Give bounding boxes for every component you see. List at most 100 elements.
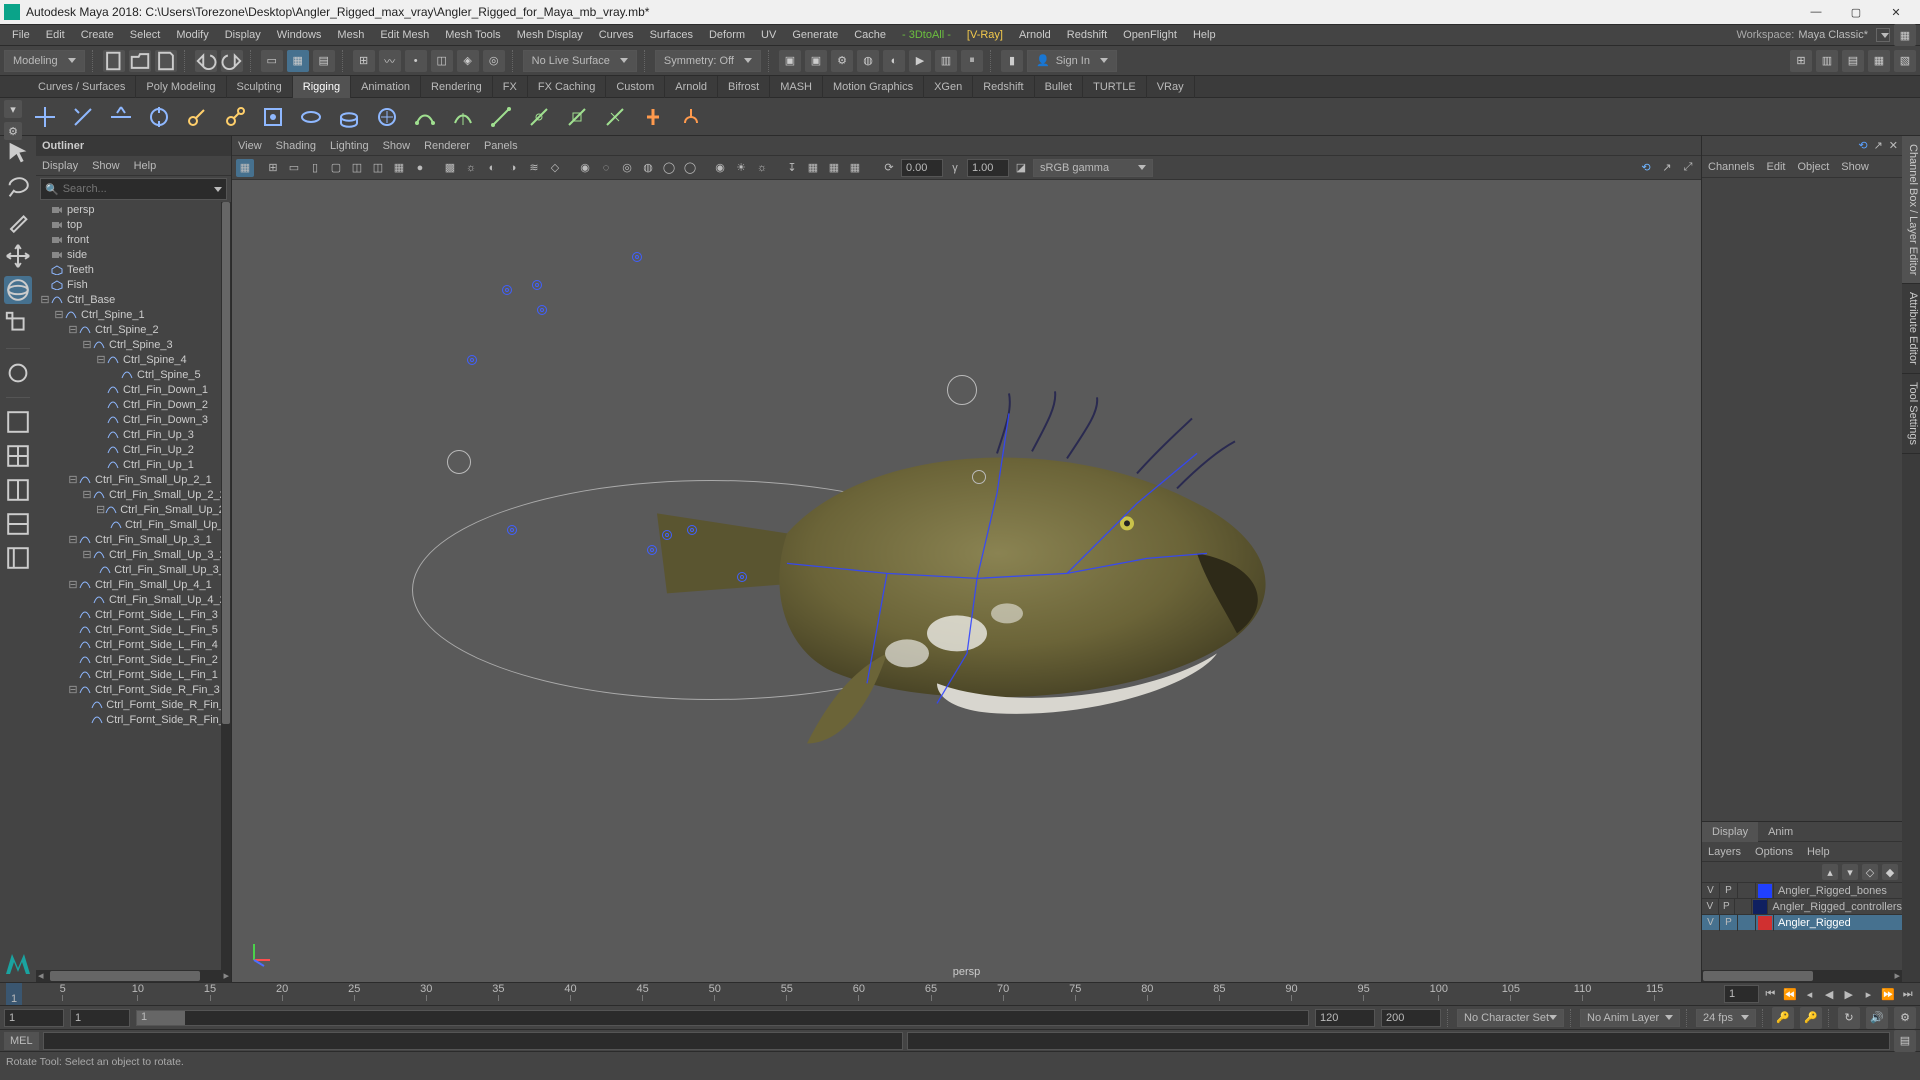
menu-set-dropdown[interactable]: Modeling bbox=[4, 50, 85, 72]
layer-row-angler_rigged[interactable]: VPAngler_Rigged bbox=[1702, 914, 1902, 930]
four-pane-icon[interactable] bbox=[4, 442, 32, 470]
snap-view-icon[interactable]: ◎ bbox=[483, 50, 505, 72]
live-surface-dropdown[interactable]: No Live Surface bbox=[523, 50, 637, 72]
layer-color-swatch[interactable] bbox=[1756, 915, 1774, 931]
vp-expo2-icon[interactable]: ☼ bbox=[753, 159, 771, 177]
outliner-item-ctrl_spine_3[interactable]: ⊟Ctrl_Spine_3 bbox=[36, 337, 231, 352]
cb-menu-show[interactable]: Show bbox=[1841, 161, 1869, 173]
outliner-item-ctrl_spine_2[interactable]: ⊟Ctrl_Spine_2 bbox=[36, 322, 231, 337]
outliner-item-ctrl_spine_4[interactable]: ⊟Ctrl_Spine_4 bbox=[36, 352, 231, 367]
snap-plane-icon[interactable]: ◫ bbox=[431, 50, 453, 72]
shelf-button-16[interactable] bbox=[636, 100, 670, 134]
auto-key-icon[interactable]: 🔑 bbox=[1772, 1007, 1794, 1029]
go-start-icon[interactable]: ⏮ bbox=[1762, 984, 1779, 1004]
cb-close-icon[interactable]: ✕ bbox=[1889, 139, 1898, 152]
tree-toggle-icon[interactable]: ⊟ bbox=[68, 323, 78, 336]
layer-playback-toggle[interactable]: P bbox=[1720, 915, 1738, 931]
range-handle[interactable]: 1 bbox=[137, 1011, 185, 1025]
shelf-button-14[interactable] bbox=[560, 100, 594, 134]
menu-surfaces[interactable]: Surfaces bbox=[642, 29, 701, 41]
layer-row-angler_rigged_controllers[interactable]: VPAngler_Rigged_controllers bbox=[1702, 898, 1902, 914]
new-scene-icon[interactable] bbox=[103, 50, 125, 72]
cb-tearoff-icon[interactable]: ↗ bbox=[1874, 139, 1883, 152]
toggle-panel-icon[interactable]: ▮ bbox=[1001, 50, 1023, 72]
vp-xray-icon[interactable]: ◌ bbox=[597, 159, 615, 177]
vp-gate-mask-icon[interactable]: ▢ bbox=[327, 159, 345, 177]
shelf-tab-poly-modeling[interactable]: Poly Modeling bbox=[136, 76, 226, 98]
layer-color-swatch[interactable] bbox=[1752, 899, 1769, 915]
layer-menu-layers[interactable]: Layers bbox=[1708, 846, 1741, 858]
prefs-icon[interactable]: ⚙ bbox=[1894, 1007, 1916, 1029]
shelf-button-0[interactable] bbox=[28, 100, 62, 134]
select-by-component-icon[interactable]: ▦ bbox=[287, 50, 309, 72]
tree-toggle-icon[interactable]: ⊟ bbox=[54, 308, 64, 321]
step-fwd-icon[interactable]: ▸ bbox=[1860, 984, 1877, 1004]
vp-restore-icon[interactable]: ⟲ bbox=[1637, 159, 1655, 177]
outliner-item-ctrl_fin_small_up_3_3[interactable]: Ctrl_Fin_Small_Up_3_3 bbox=[36, 562, 231, 577]
render-settings-icon[interactable]: ⚙ bbox=[831, 50, 853, 72]
range-end[interactable]: 120 bbox=[1315, 1009, 1375, 1027]
layer-visible-toggle[interactable]: V bbox=[1702, 915, 1720, 931]
side-tab-attribute-editor[interactable]: Attribute Editor bbox=[1902, 284, 1920, 374]
vp-snap2-icon[interactable]: ▦ bbox=[804, 159, 822, 177]
outliner-item-front[interactable]: front bbox=[36, 232, 231, 247]
viewport[interactable]: persp bbox=[232, 180, 1701, 982]
vp-shadow-icon[interactable]: ◐ bbox=[483, 159, 501, 177]
outliner-item-ctrl_fin_small_up_3_1[interactable]: ⊟Ctrl_Fin_Small_Up_3_1 bbox=[36, 532, 231, 547]
tree-toggle-icon[interactable]: ⊟ bbox=[68, 473, 78, 486]
sign-in-button[interactable]: 👤Sign In bbox=[1027, 50, 1117, 72]
outliner-item-ctrl_fin_down_3[interactable]: Ctrl_Fin_Down_3 bbox=[36, 412, 231, 427]
layer-row-angler_rigged_bones[interactable]: VPAngler_Rigged_bones bbox=[1702, 882, 1902, 898]
layer-scrollbar-h[interactable]: ◂▸ bbox=[1702, 970, 1902, 982]
outliner-item-ctrl_fin_small_up_2_3[interactable]: ⊟Ctrl_Fin_Small_Up_2_3 bbox=[36, 502, 231, 517]
shelf-tab-curves-surfaces[interactable]: Curves / Surfaces bbox=[28, 76, 136, 98]
sound-icon[interactable]: 🔊 bbox=[1866, 1007, 1888, 1029]
layer-tab-anim[interactable]: Anim bbox=[1758, 822, 1803, 842]
range-start[interactable]: 1 bbox=[70, 1009, 130, 1027]
menu-edit-mesh[interactable]: Edit Mesh bbox=[372, 29, 437, 41]
shelf-tab-animation[interactable]: Animation bbox=[351, 76, 421, 98]
range-track[interactable]: 1 bbox=[136, 1010, 1309, 1026]
shelf-tab-mash[interactable]: MASH bbox=[770, 76, 823, 98]
outliner-item-top[interactable]: top bbox=[36, 217, 231, 232]
menu-create[interactable]: Create bbox=[73, 29, 122, 41]
vp-field-chart-icon[interactable]: ◫ bbox=[348, 159, 366, 177]
vp-motion-blur-icon[interactable]: ≋ bbox=[525, 159, 543, 177]
outliner-item-persp[interactable]: persp bbox=[36, 202, 231, 217]
menu-redshift[interactable]: Redshift bbox=[1059, 29, 1115, 41]
outliner-item-ctrl_fin_up_2[interactable]: Ctrl_Fin_Up_2 bbox=[36, 442, 231, 457]
open-scene-icon[interactable] bbox=[129, 50, 151, 72]
redo-icon[interactable] bbox=[221, 50, 243, 72]
outliner-item-fish[interactable]: Fish bbox=[36, 277, 231, 292]
menu-edit[interactable]: Edit bbox=[38, 29, 73, 41]
vp-color-mgmt-dropdown[interactable]: sRGB gamma bbox=[1033, 159, 1153, 177]
menu-uv[interactable]: UV bbox=[753, 29, 784, 41]
vp-exposure-icon[interactable]: ⟳ bbox=[880, 159, 898, 177]
layer-playback-toggle[interactable]: P bbox=[1719, 899, 1736, 915]
menu-mesh[interactable]: Mesh bbox=[329, 29, 372, 41]
layer-playback-toggle[interactable]: P bbox=[1720, 883, 1738, 899]
hypershade-icon[interactable]: ◍ bbox=[857, 50, 879, 72]
outliner-item-ctrl_fornt_side_l_fin_5[interactable]: Ctrl_Fornt_Side_L_Fin_5 bbox=[36, 622, 231, 637]
shelf-button-10[interactable] bbox=[408, 100, 442, 134]
vp-exposure-value[interactable]: 0.00 bbox=[901, 159, 943, 177]
outliner-item-ctrl_fornt_side_r_fin_3[interactable]: ⊟Ctrl_Fornt_Side_R_Fin_3 bbox=[36, 682, 231, 697]
shelf-tab-sculpting[interactable]: Sculpting bbox=[227, 76, 293, 98]
vp-snap4-icon[interactable]: ▦ bbox=[846, 159, 864, 177]
shelf-button-6[interactable] bbox=[256, 100, 290, 134]
range-end-outer[interactable]: 200 bbox=[1381, 1009, 1441, 1027]
shelf-button-17[interactable] bbox=[674, 100, 708, 134]
shelf-tab-bullet[interactable]: Bullet bbox=[1035, 76, 1084, 98]
step-fwd-key-icon[interactable]: ⏩ bbox=[1880, 984, 1897, 1004]
vp-menu-lighting[interactable]: Lighting bbox=[330, 140, 369, 152]
vp-safe-icon[interactable]: ◫ bbox=[369, 159, 387, 177]
scale-tool-icon[interactable] bbox=[4, 310, 32, 338]
light-editor-icon[interactable]: ◐ bbox=[883, 50, 905, 72]
outliner-item-ctrl_fin_small_up_4_1[interactable]: ⊟Ctrl_Fin_Small_Up_4_1 bbox=[36, 577, 231, 592]
shelf-tab-motion-graphics[interactable]: Motion Graphics bbox=[823, 76, 924, 98]
cb-menu-edit[interactable]: Edit bbox=[1766, 161, 1785, 173]
outliner-tree[interactable]: persptopfrontsideTeethFish⊟Ctrl_Base⊟Ctr… bbox=[36, 202, 231, 970]
layer-type-toggle[interactable] bbox=[1738, 915, 1756, 931]
shelf-button-7[interactable] bbox=[294, 100, 328, 134]
shelf-button-3[interactable] bbox=[142, 100, 176, 134]
